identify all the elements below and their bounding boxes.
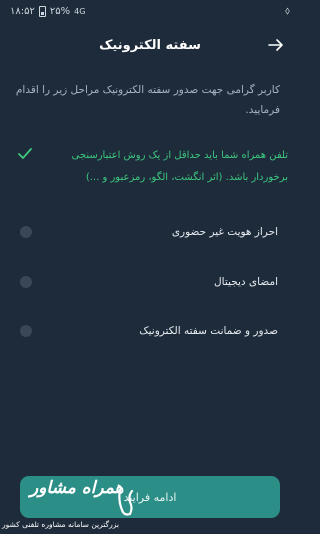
requirement-text: تلفن همراه شما باید حداقل از یک روش اعتب…: [71, 150, 288, 183]
back-button[interactable]: [266, 35, 286, 55]
option-identity-verification[interactable]: احراز هویت غیر حضوری: [20, 222, 278, 242]
option-label: احراز هویت غیر حضوری: [171, 226, 278, 238]
arrow-right-icon: [268, 39, 283, 51]
continue-button-label: ادامه فرایند: [123, 490, 177, 504]
radio-button[interactable]: [20, 276, 32, 288]
status-bar: ۱۸:۵۲ ۲۵% 4G ⬨: [0, 0, 300, 22]
network-4g-icon: 4G: [74, 6, 86, 16]
radio-button[interactable]: [20, 325, 32, 337]
page-title: سفته الکترونیک: [99, 37, 201, 53]
battery-percent: ۲۵%: [49, 5, 71, 17]
radio-button[interactable]: [20, 226, 32, 238]
option-issue-guarantee[interactable]: صدور و ضمانت سفته الکترونیک: [20, 321, 278, 341]
option-digital-signature[interactable]: امضای دیجیتال: [20, 272, 278, 292]
option-label: امضای دیجیتال: [214, 276, 278, 288]
clock: ۱۸:۵۲: [10, 5, 35, 17]
status-left: ۱۸:۵۲ ۲۵% 4G: [10, 5, 86, 17]
header: سفته الکترونیک: [0, 30, 300, 60]
intro-text: کاربر گرامی جهت صدور سفته الکترونیک مراح…: [15, 84, 280, 116]
signal-indicator: ⬨: [285, 4, 290, 17]
watermark-tagline: بزرگترین سامانه مشاوره تلفنی کشور: [2, 520, 119, 529]
battery-icon: [38, 5, 46, 17]
check-icon: [18, 148, 32, 159]
requirement-note: تلفن همراه شما باید حداقل از یک روش اعتب…: [18, 145, 288, 189]
option-label: صدور و ضمانت سفته الکترونیک: [139, 325, 278, 337]
continue-button[interactable]: ادامه فرایند: [20, 476, 280, 518]
